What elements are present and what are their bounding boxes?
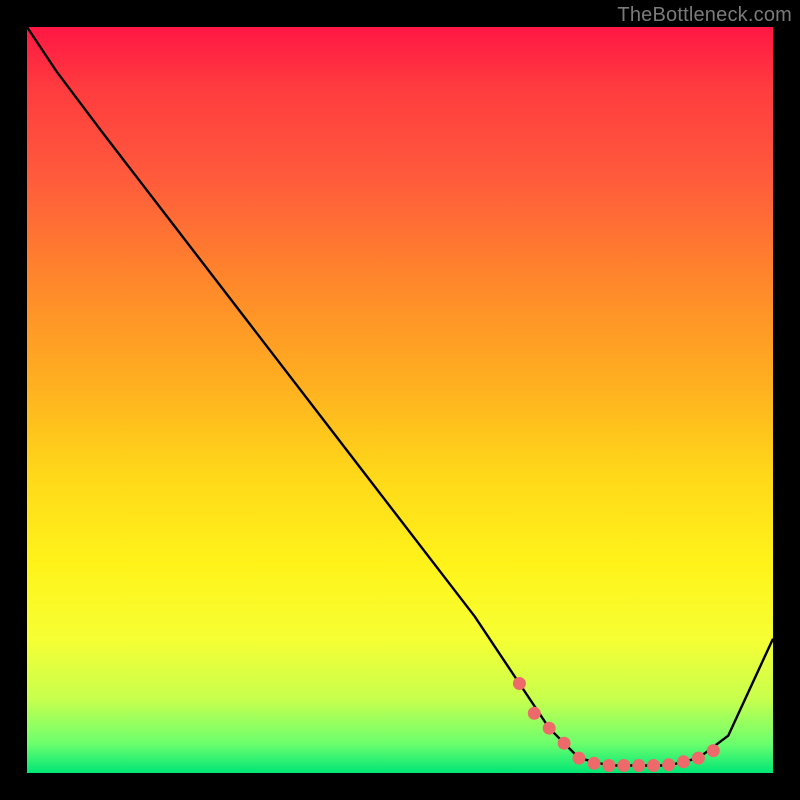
marker-dot <box>558 737 571 750</box>
marker-dot <box>617 759 630 772</box>
marker-dot <box>647 759 660 772</box>
marker-dot <box>632 759 645 772</box>
marker-dot <box>662 758 675 771</box>
bottleneck-curve <box>27 27 773 766</box>
marker-dot <box>573 752 586 765</box>
watermark-text: TheBottleneck.com <box>617 4 792 27</box>
marker-dot <box>677 755 690 768</box>
curve-layer <box>27 27 773 773</box>
marker-dot <box>692 752 705 765</box>
marker-dot <box>707 744 720 757</box>
marker-dot <box>602 759 615 772</box>
marker-dot <box>513 677 526 690</box>
marker-dot <box>588 757 601 770</box>
chart-frame: TheBottleneck.com <box>0 0 800 800</box>
marker-dot <box>543 722 556 735</box>
marker-dot <box>528 707 541 720</box>
plot-area <box>27 27 773 773</box>
optimal-range-markers <box>513 677 720 772</box>
